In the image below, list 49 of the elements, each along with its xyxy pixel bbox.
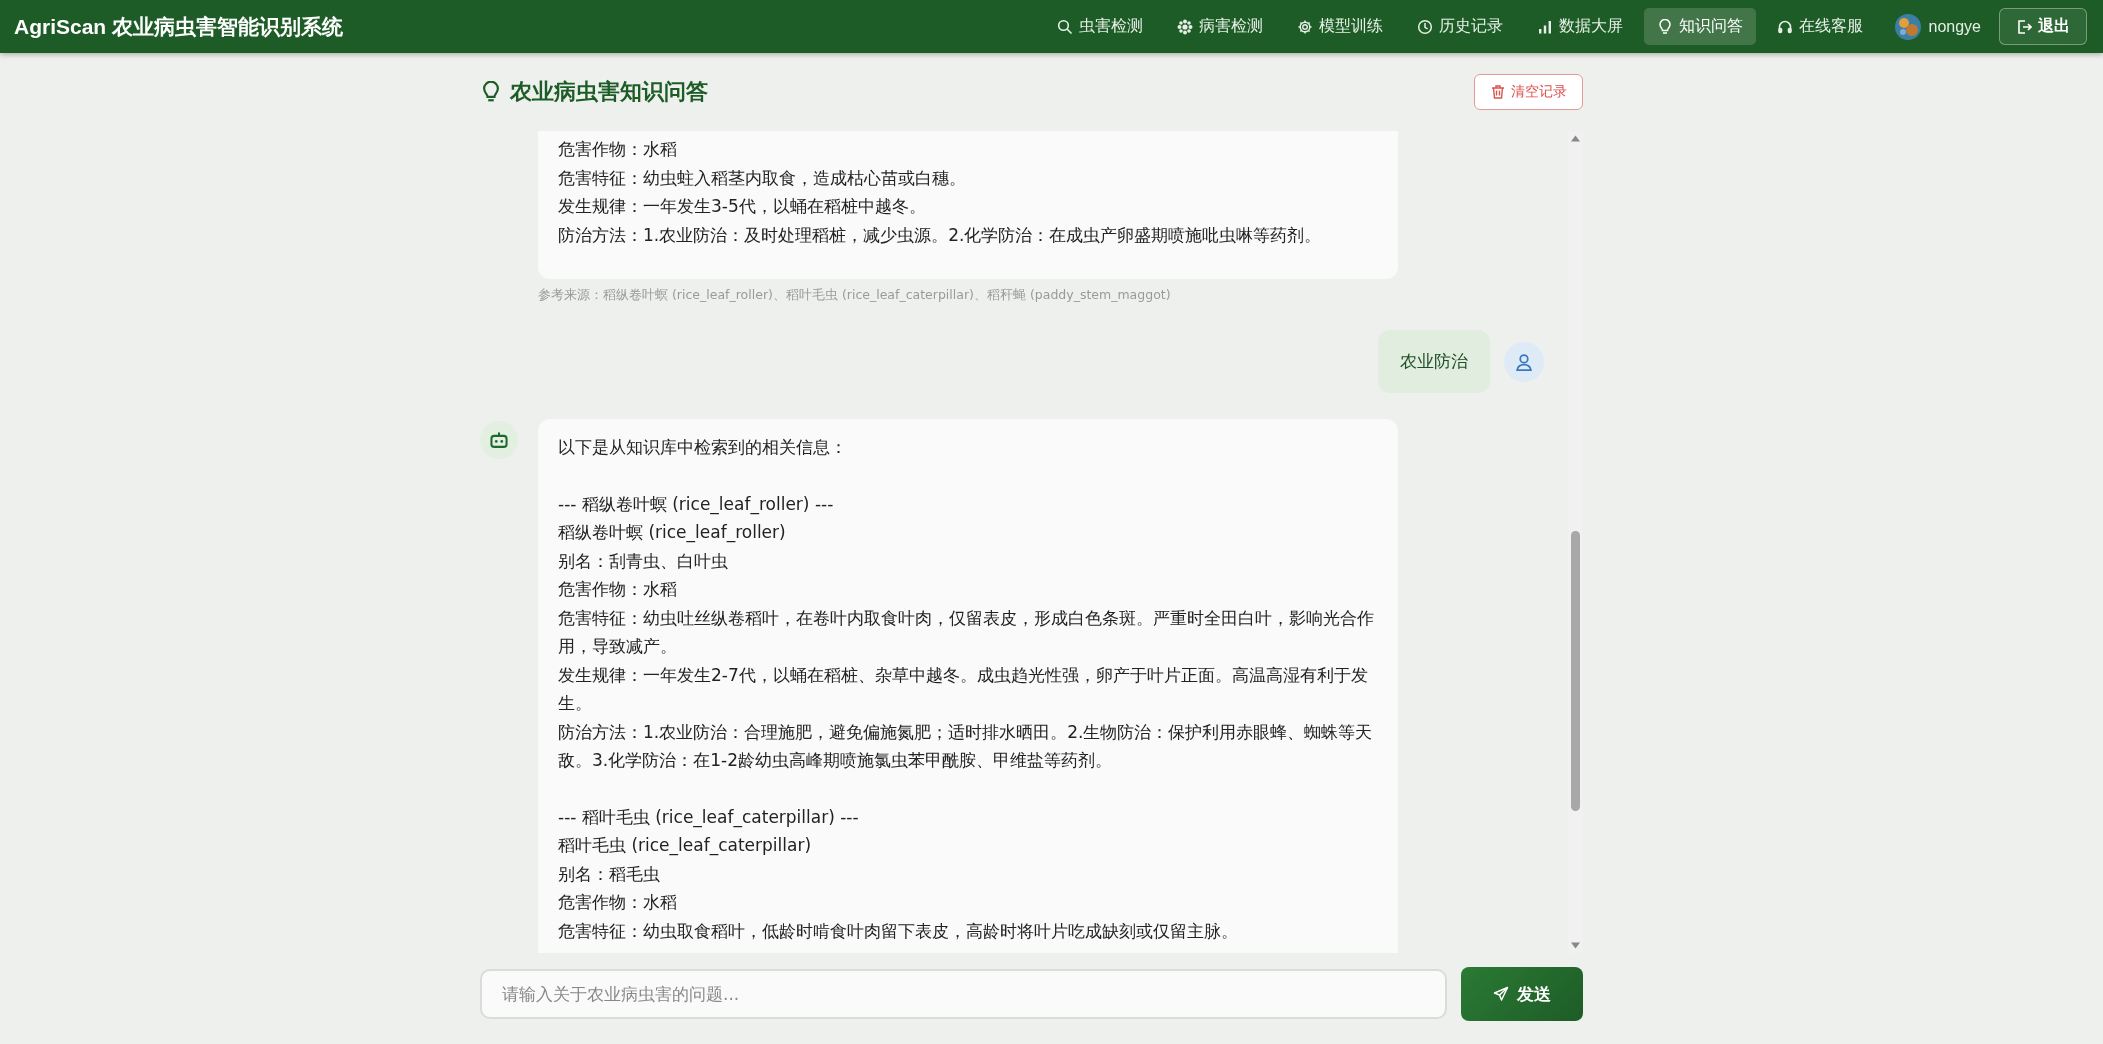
nav-tab[interactable]: 病害检测 [1163, 8, 1276, 45]
person-icon [1514, 351, 1534, 372]
scroll-thumb[interactable] [1571, 531, 1580, 811]
bar-chart-icon [1536, 18, 1553, 35]
gear-icon [1296, 18, 1313, 35]
message-line: 危害作物：水稻 [558, 891, 678, 914]
search-icon [1056, 18, 1073, 35]
clear-history-button[interactable]: 清空记录 [1474, 74, 1583, 110]
nav-tab[interactable]: 模型训练 [1283, 8, 1396, 45]
trash-icon [1490, 84, 1506, 100]
message-line: 防治方法：1.农业防治：及时处理稻桩，减少虫源。2.化学防治：在成虫产卵盛期喷施吡虫啉等药剂。 [558, 223, 1323, 247]
nav-tab[interactable]: 历史记录 [1403, 8, 1516, 45]
message-line: --- 稻纵卷叶螟 (rice_leaf_roller) --- [558, 492, 835, 517]
page-title: 农业病虫害知识问答 [510, 78, 708, 106]
message-line: --- 稻叶毛虫 (rice_leaf_caterpillar) --- [558, 805, 860, 830]
avatar-icon [1893, 12, 1922, 41]
nav-tab[interactable]: 在线客服 [1763, 8, 1876, 45]
message-line: 危害特征：幼虫取食稻叶，低龄时啃食叶肉留下表皮，高龄时将叶片吃成缺刻或仅留主脉。 [558, 919, 1239, 943]
nav-tab[interactable]: 虫害检测 [1043, 8, 1156, 45]
lightbulb-icon [1656, 18, 1673, 35]
logout-icon [2016, 18, 2032, 35]
user-menu[interactable]: nongye [1883, 6, 1991, 47]
nav-tab[interactable]: 数据大屏 [1523, 8, 1636, 45]
message-line: 危害作物：水稻 [558, 578, 678, 601]
send-icon [1493, 986, 1509, 1002]
app-title: AgriScan 农业病虫害智能识别系统 [14, 14, 344, 38]
message-line: 别名：稻毛虫 [558, 862, 661, 886]
clock-icon [1416, 18, 1433, 35]
robot-icon [488, 429, 510, 451]
message-line: 稻纵卷叶螟 (rice_leaf_roller) [558, 521, 787, 545]
question-input[interactable]: 请输入关于农业病虫害的问题... [480, 969, 1447, 1019]
message-line: 稻叶毛虫 (rice_leaf_caterpillar) [558, 834, 813, 858]
scrollbar[interactable] [1568, 131, 1583, 953]
message-line: 危害特征：幼虫吐丝纵卷稻叶，在卷叶内取食叶肉，仅留表皮，形成白色条斑。严重时全田白叶，影响光合作用，导致减产。 [558, 606, 1375, 658]
message-line: 防治方法：1.农业防治：合理施肥，避免偏施氮肥；适时排水晒田。2.生物防治：保护利用赤眼蜂、蜘蛛等天敌。3.化学防治：在1-2龄幼虫高峰期喷施氯虫苯甲酰胺、甲维盐等药剂。 [558, 720, 1374, 772]
logout-button[interactable]: 退出 [1999, 8, 2087, 45]
message-line: 危害特征：幼虫蛀入稻茎内取食，造成枯心苗或白穗。 [558, 166, 967, 190]
source-note: 参考来源：稻纵卷叶螟 (rice_leaf_roller)、稻叶毛虫 (rice_leaf_caterpillar)、稻秆蝇 (paddy_stem_maggot) [538, 287, 1172, 304]
nav-tab[interactable]: 知识问答 [1643, 8, 1756, 45]
send-button[interactable]: 发送 [1461, 967, 1583, 1021]
message-line: 发生规律：一年发生2-7代，以蛹在稻桩、杂草中越冬。成虫趋光性强，卵产于叶片正面。高温高湿有利于发生。 [558, 663, 1369, 715]
message-line: 以下是从知识库中检索到的相关信息： [558, 436, 848, 459]
flower-icon [1176, 18, 1193, 35]
headset-icon [1776, 18, 1793, 35]
message-line: 危害作物：水稻 [558, 138, 678, 161]
lightbulb-icon [480, 81, 502, 103]
message-line: 发生规律：一年发生3-5代，以蛹在稻桩中越冬。 [558, 195, 927, 218]
user-message: 农业防治 [1378, 330, 1490, 393]
message-line: 别名：刮青虫、白叶虫 [558, 549, 729, 573]
